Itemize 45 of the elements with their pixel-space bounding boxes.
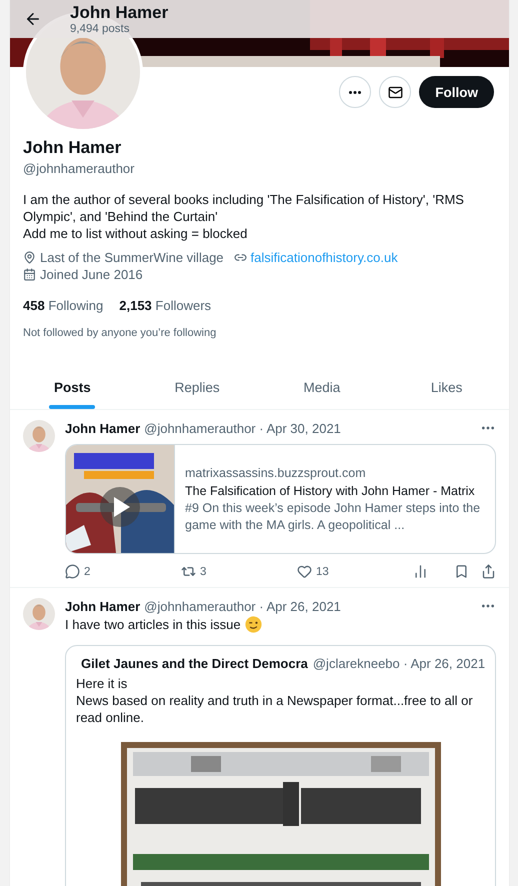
profile-handle: @johnhamerauthor — [23, 161, 136, 176]
envelope-icon — [388, 84, 403, 100]
speech-bubble-icon — [65, 564, 80, 579]
more-button[interactable] — [339, 76, 372, 108]
profile-tab[interactable]: Replies — [134, 365, 260, 409]
bar-chart-icon — [413, 564, 428, 579]
profile-tab[interactable]: Likes — [384, 365, 509, 409]
wink-emoji-icon — [244, 616, 262, 633]
profile-tab[interactable]: Media — [260, 365, 384, 409]
profile-name: John Hamer — [23, 138, 122, 158]
repost-icon — [181, 564, 196, 579]
message-button[interactable] — [379, 76, 412, 108]
link-description: #9 On this week’s episode John Hamer steps into the game with the MA girls. A geopolitical ... — [185, 500, 482, 533]
author-name[interactable]: John Hamer — [65, 420, 140, 436]
bookmark-button[interactable] — [454, 564, 469, 579]
share-button[interactable] — [481, 564, 496, 579]
quoted-post-text: Here it is News based on reality and truth in a Newspaper format...free to all or read online. — [76, 675, 474, 726]
reply-button[interactable]: 2 — [65, 564, 155, 579]
joined-date: Joined June 2016 — [40, 267, 143, 282]
quoted-post[interactable]: Gilet Jaunes and the Direct Democra @jclarekneebo · Apr 26, 2021 Here it is News based on reality and truth in a Newspaper format...free to all or read online. — [65, 645, 496, 886]
link-domain: matrixassassins.buzzsprout.com — [185, 465, 367, 482]
heart-icon — [297, 564, 312, 579]
more-icon — [349, 90, 362, 94]
post-text: I have two articles in this issue — [65, 617, 241, 632]
link-card[interactable]: matrixassassins.buzzsprout.com The Falsification of History with John Hamer - Matrix #9 On this week’s episode John Hamer steps into the game with the MA girls. A geopolitical ... — [65, 444, 496, 554]
profile-bio: I am the author of several books including 'The Falsification of History', 'RMS Olympic', and 'Behind the Curtain' Add me to list without asking = blocked — [23, 191, 465, 242]
location-pin-icon — [23, 251, 36, 264]
profile-tab[interactable]: Posts — [10, 365, 135, 409]
followers-link[interactable]: 2,153 Followers — [119, 298, 212, 313]
repost-button[interactable]: 3 — [181, 564, 271, 579]
like-button[interactable]: 13 — [297, 564, 387, 579]
follow-button[interactable]: Follow — [419, 76, 494, 108]
following-link[interactable]: 458 Following — [23, 298, 104, 313]
post-meta: @johnhamerauthor · Apr 26, 2021 — [144, 598, 342, 614]
calendar-icon — [23, 268, 36, 281]
location-text: Last of the SummerWine village — [40, 250, 224, 265]
bookmark-icon — [454, 564, 469, 579]
followed-by-note: Not followed by anyone you’re following — [23, 327, 218, 339]
quoted-author-name: Gilet Jaunes and the Direct Democra — [81, 656, 308, 671]
link-title: The Falsification of History with John Hamer - Matrix — [185, 482, 476, 499]
quoted-post-meta: @jclarekneebo · Apr 26, 2021 — [312, 656, 486, 671]
share-icon — [481, 564, 496, 579]
post-meta: @johnhamerauthor · Apr 30, 2021 — [144, 420, 342, 436]
author-name[interactable]: John Hamer — [65, 598, 140, 614]
views-button[interactable] — [413, 564, 428, 579]
